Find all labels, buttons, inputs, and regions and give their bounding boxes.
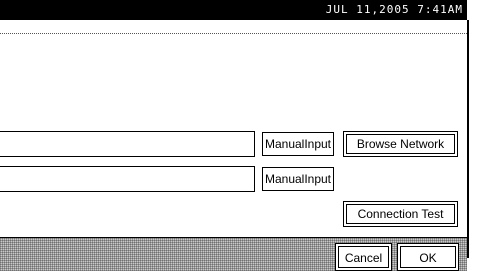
connection-test-button-label: Connection Test [357, 207, 444, 221]
ok-button[interactable]: OK [397, 243, 459, 271]
path-field-2[interactable] [0, 166, 255, 192]
connection-test-button-frame: Connection Test [346, 204, 455, 224]
browse-network-button-label: Browse Network [356, 137, 445, 151]
manual-input-button-1-label: ManualInput [264, 137, 332, 151]
title-separator [0, 33, 467, 34]
cancel-button-frame: Cancel [338, 246, 389, 268]
path-field-1[interactable] [0, 131, 255, 157]
status-bar: JUL 11,2005 7:41AM [0, 0, 467, 20]
browse-network-button-frame: Browse Network [346, 134, 455, 154]
ok-button-label: OK [419, 251, 437, 265]
screen-edge [469, 0, 477, 280]
cancel-button[interactable]: Cancel [335, 243, 392, 271]
ok-button-frame: OK [400, 246, 456, 268]
manual-input-button-2-label: ManualInput [264, 172, 332, 186]
datetime-display: JUL 11,2005 7:41AM [325, 3, 463, 16]
connection-test-button[interactable]: Connection Test [343, 201, 458, 227]
cancel-button-label: Cancel [344, 251, 383, 265]
manual-input-button-1[interactable]: ManualInput [262, 132, 334, 156]
manual-input-button-2[interactable]: ManualInput [262, 167, 334, 191]
browse-network-button[interactable]: Browse Network [343, 131, 458, 157]
